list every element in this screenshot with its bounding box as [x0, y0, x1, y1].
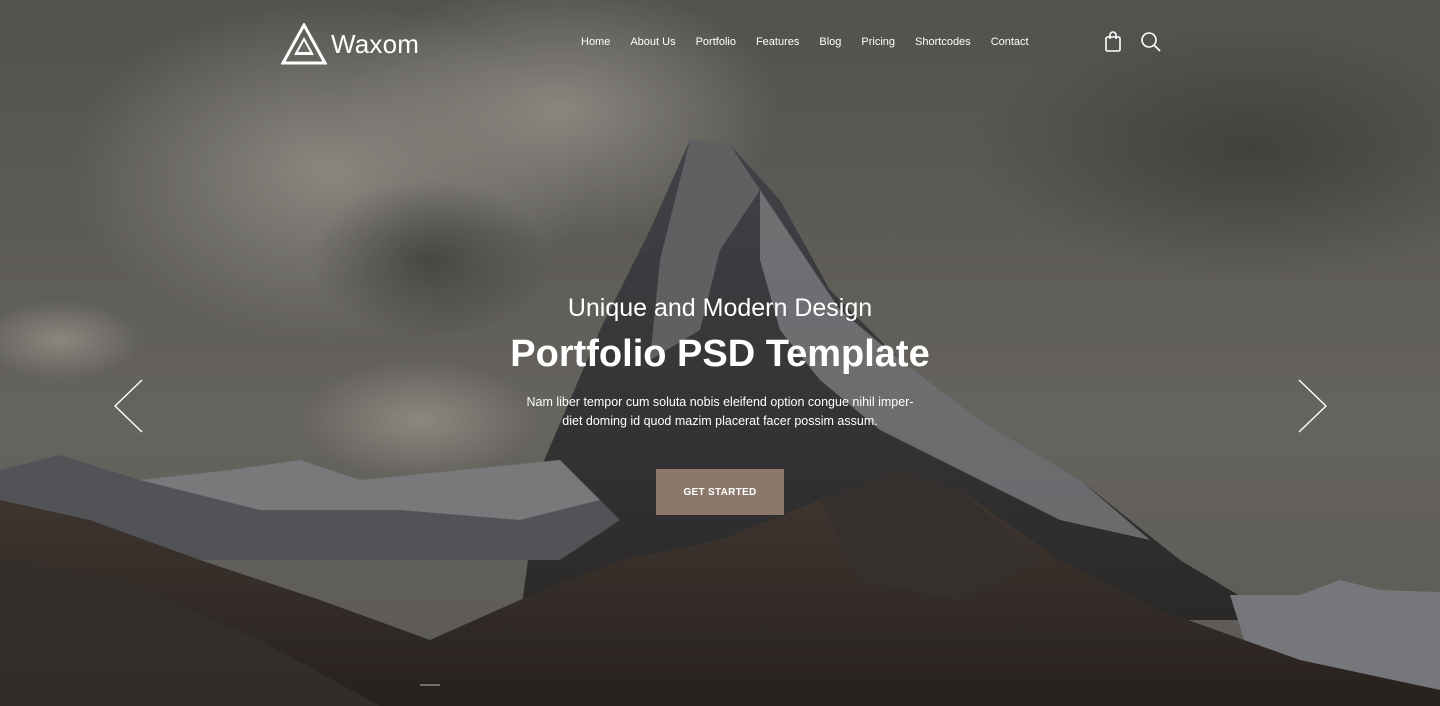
slider-pagination-dot[interactable] — [420, 684, 440, 686]
hero-slider: Waxom Home About Us Portfolio Features B… — [0, 0, 1440, 706]
logo-triangle-icon — [281, 23, 327, 65]
hero-subtitle: Unique and Modern Design — [567, 294, 873, 322]
nav-item-contact[interactable]: Contact — [991, 34, 1029, 50]
hero-description: Nam liber tempor cum soluta nobis eleife… — [500, 393, 940, 431]
hero-title: Portfolio PSD Template — [510, 333, 930, 375]
main-nav: Home About Us Portfolio Features Blog Pr… — [581, 34, 1049, 50]
slider-next-arrow[interactable] — [1297, 378, 1329, 439]
slider-prev-arrow[interactable] — [112, 378, 144, 439]
chevron-left-icon — [113, 379, 143, 433]
nav-item-home[interactable]: Home — [581, 34, 610, 50]
chevron-right-icon — [1298, 379, 1328, 433]
hero-description-line-1: Nam liber tempor cum soluta nobis eleife… — [526, 395, 914, 409]
hero-description-line-2: diet doming id quod mazim placerat facer… — [562, 414, 878, 428]
brand-name: Waxom — [331, 28, 420, 59]
logo[interactable]: Waxom — [281, 23, 419, 65]
nav-item-pricing[interactable]: Pricing — [861, 34, 895, 50]
nav-item-portfolio[interactable]: Portfolio — [696, 34, 736, 50]
nav-item-about-us[interactable]: About Us — [630, 34, 675, 50]
nav-item-shortcodes[interactable]: Shortcodes — [915, 34, 971, 50]
shopping-bag-icon[interactable] — [1104, 31, 1122, 58]
nav-item-blog[interactable]: Blog — [819, 34, 841, 50]
get-started-button[interactable]: GET STARTED — [656, 469, 784, 515]
search-icon[interactable] — [1140, 31, 1162, 58]
nav-item-features[interactable]: Features — [756, 34, 799, 50]
